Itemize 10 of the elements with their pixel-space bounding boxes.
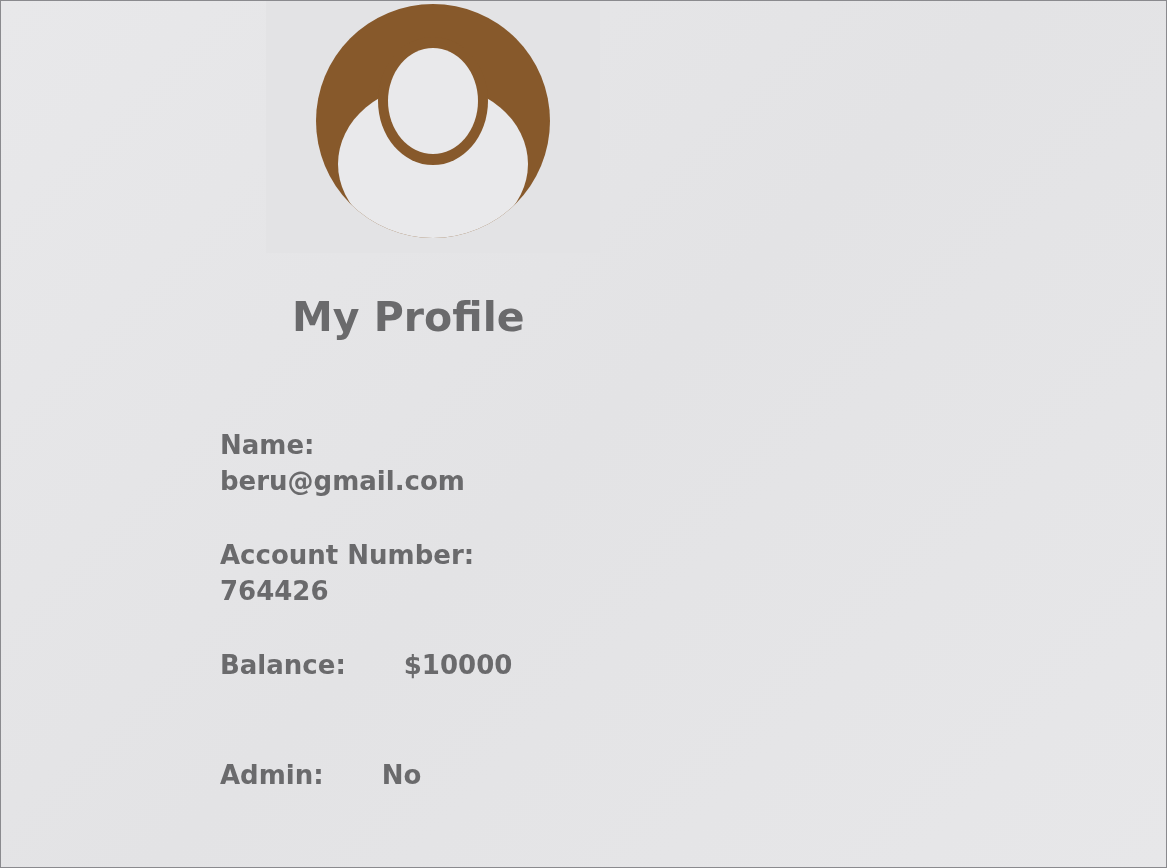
avatar-icon [316,4,550,238]
field-value: No [381,759,422,792]
field-label: Name: [220,429,315,462]
field-label: Balance: [220,649,346,682]
field-value: $10000 [403,649,513,682]
page-title: My Profile [292,292,525,343]
field-label: Admin: [220,759,324,792]
field-value: beru@gmail.com [220,465,465,498]
field-value: 764426 [220,575,329,608]
field-label: Account Number: [220,539,475,572]
